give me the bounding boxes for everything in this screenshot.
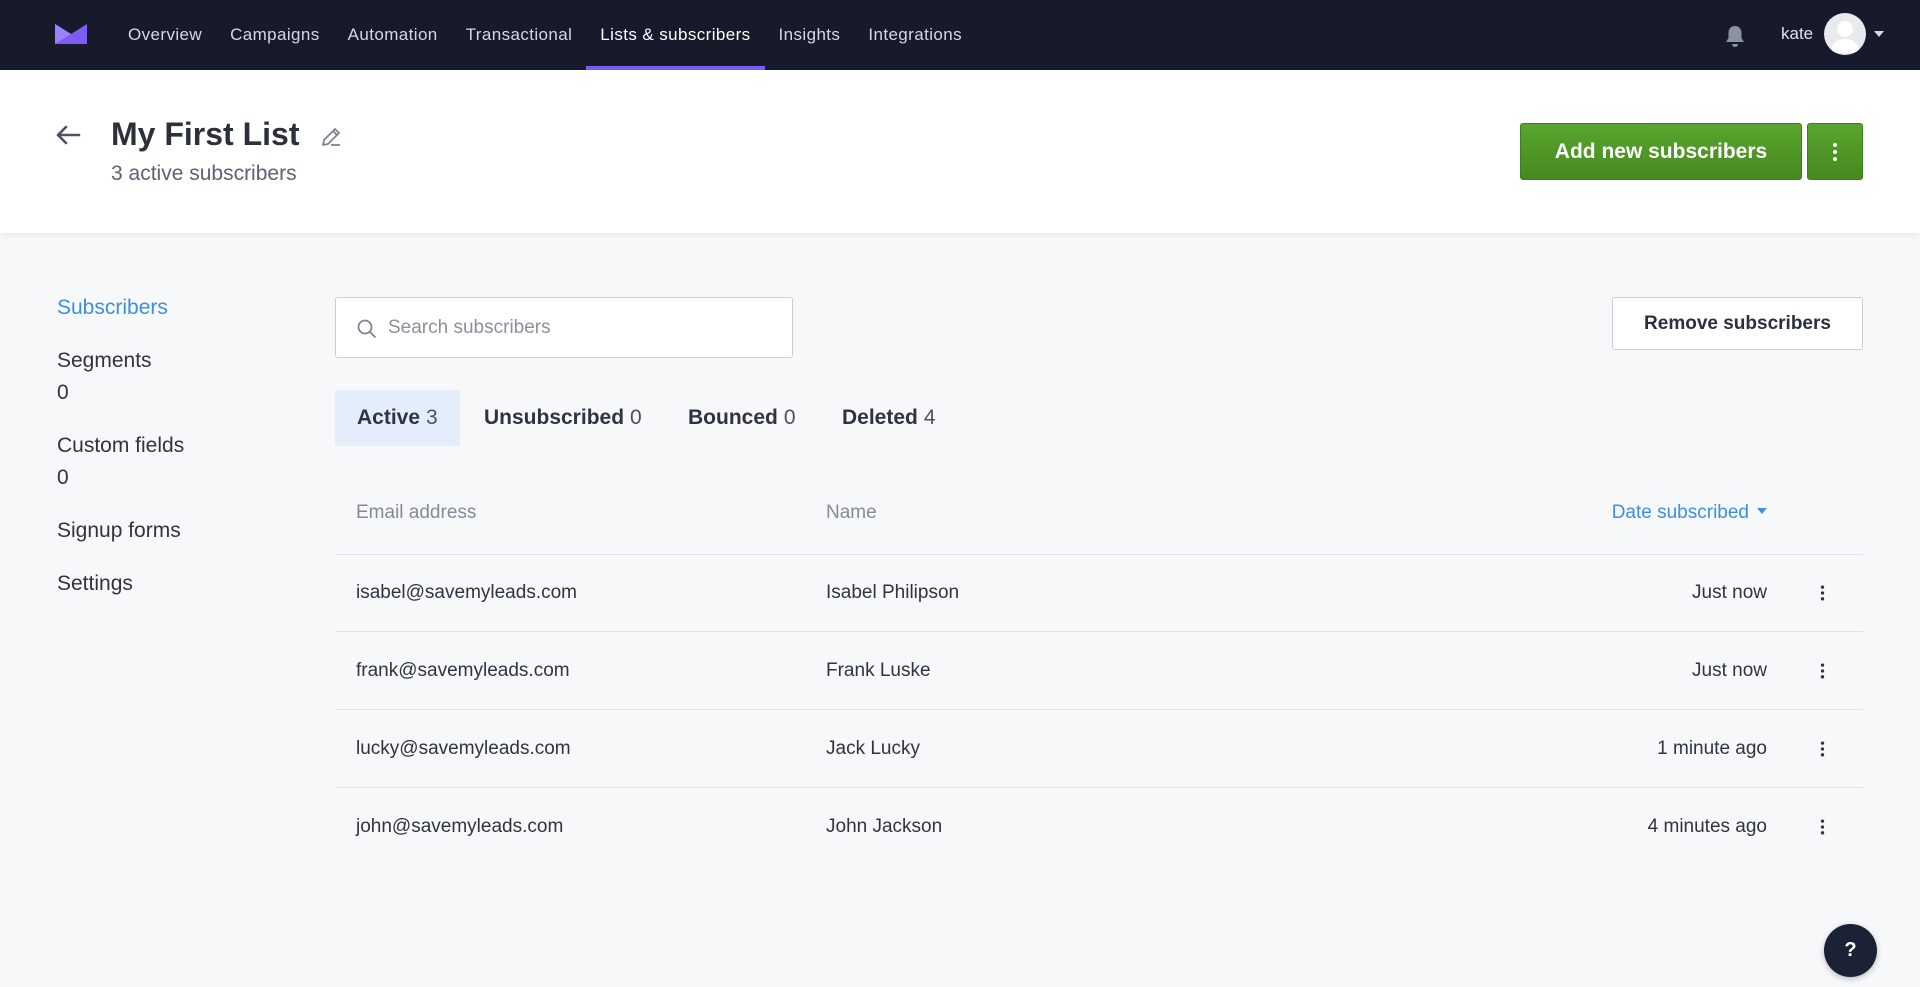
search-box [335, 297, 793, 358]
sidebar-item-subscribers[interactable]: Subscribers [57, 296, 168, 320]
nav-item-insights[interactable]: Insights [765, 0, 855, 70]
row-name: Jack Lucky [826, 738, 920, 759]
sidebar-item-signup-forms[interactable]: Signup forms [57, 519, 181, 543]
sidebar-item-custom-fields[interactable]: Custom fields [57, 434, 184, 458]
tab-label: Unsubscribed [484, 406, 625, 429]
nav-item-automation[interactable]: Automation [334, 0, 452, 70]
column-header-name: Name [826, 502, 877, 523]
nav-item-overview[interactable]: Overview [114, 0, 216, 70]
back-arrow-icon[interactable] [55, 124, 81, 146]
avatar[interactable] [1824, 13, 1866, 55]
top-navigation: Overview Campaigns Automation Transactio… [0, 0, 1920, 70]
row-date: 4 minutes ago [1647, 816, 1767, 837]
row-menu-button[interactable] [1810, 579, 1834, 607]
search-icon [357, 319, 376, 338]
tab-count: 0 [630, 406, 642, 429]
row-name: Isabel Philipson [826, 582, 960, 603]
search-input[interactable] [388, 299, 778, 356]
vertical-dots-icon [1820, 585, 1824, 601]
user-name[interactable]: kate [1781, 24, 1813, 44]
sidebar-item-segments[interactable]: Segments [57, 349, 152, 373]
sidebar-item-settings[interactable]: Settings [57, 572, 133, 596]
tab-deleted[interactable]: Deleted 4 [842, 390, 936, 446]
nav-item-integrations[interactable]: Integrations [854, 0, 976, 70]
row-menu-button[interactable] [1810, 657, 1834, 685]
user-silhouette-icon [1830, 21, 1860, 53]
tab-bounced[interactable]: Bounced 0 [688, 390, 796, 446]
row-email: frank@savemyleads.com [356, 660, 570, 681]
page-title: My First List [111, 116, 300, 152]
add-new-subscribers-button[interactable]: Add new subscribers [1520, 123, 1802, 180]
subscriber-count-subtitle: 3 active subscribers [111, 162, 297, 185]
help-button[interactable]: ? [1824, 924, 1877, 977]
row-date: Just now [1692, 582, 1767, 603]
table-row[interactable]: isabel@savemyleads.com Isabel Philipson … [335, 555, 1863, 632]
tab-label: Deleted [842, 406, 918, 429]
more-actions-button[interactable] [1807, 123, 1863, 180]
chevron-down-icon[interactable] [1874, 31, 1884, 37]
nav-item-lists-subscribers[interactable]: Lists & subscribers [586, 0, 765, 70]
vertical-dots-icon [1820, 819, 1824, 835]
vertical-dots-icon [1833, 142, 1837, 161]
row-date: Just now [1692, 660, 1767, 681]
bell-icon[interactable] [1724, 24, 1746, 48]
tab-label: Bounced [688, 406, 778, 429]
tab-count: 0 [783, 406, 796, 429]
column-header-email: Email address [356, 502, 477, 523]
row-menu-button[interactable] [1810, 735, 1834, 763]
row-menu-button[interactable] [1810, 813, 1834, 841]
row-email: john@savemyleads.com [356, 816, 564, 837]
vertical-dots-icon [1820, 741, 1824, 757]
sort-caret-icon [1757, 507, 1767, 514]
nav-item-transactional[interactable]: Transactional [452, 0, 587, 70]
row-email: isabel@savemyleads.com [356, 582, 577, 603]
table-row[interactable]: john@savemyleads.com John Jackson 4 minu… [335, 789, 1863, 866]
column-header-date-label: Date subscribed [1611, 502, 1749, 523]
vertical-dots-icon [1820, 663, 1824, 679]
row-email: lucky@savemyleads.com [356, 738, 571, 759]
tab-count: 4 [923, 406, 936, 429]
segments-count: 0 [57, 381, 69, 404]
nav-item-campaigns[interactable]: Campaigns [216, 0, 334, 70]
pencil-icon[interactable] [319, 125, 343, 149]
mailerlite-logo-icon[interactable] [55, 24, 87, 44]
row-date: 1 minute ago [1657, 738, 1767, 759]
custom-fields-count: 0 [57, 466, 69, 489]
table-row[interactable]: lucky@savemyleads.com Jack Lucky 1 minut… [335, 711, 1863, 788]
tab-active[interactable]: Active 3 [335, 390, 460, 446]
page-header: My First List 3 active subscribers Add n… [0, 70, 1920, 233]
column-header-date-sort[interactable]: Date subscribed [1612, 502, 1767, 524]
tab-unsubscribed[interactable]: Unsubscribed 0 [484, 390, 642, 446]
tab-count: 3 [426, 406, 438, 429]
row-name: Frank Luske [826, 660, 931, 681]
table-row[interactable]: frank@savemyleads.com Frank Luske Just n… [335, 633, 1863, 710]
tab-label: Active [357, 406, 421, 429]
nav-menu: Overview Campaigns Automation Transactio… [114, 0, 976, 70]
row-name: John Jackson [826, 816, 943, 837]
remove-subscribers-button[interactable]: Remove subscribers [1612, 297, 1863, 350]
